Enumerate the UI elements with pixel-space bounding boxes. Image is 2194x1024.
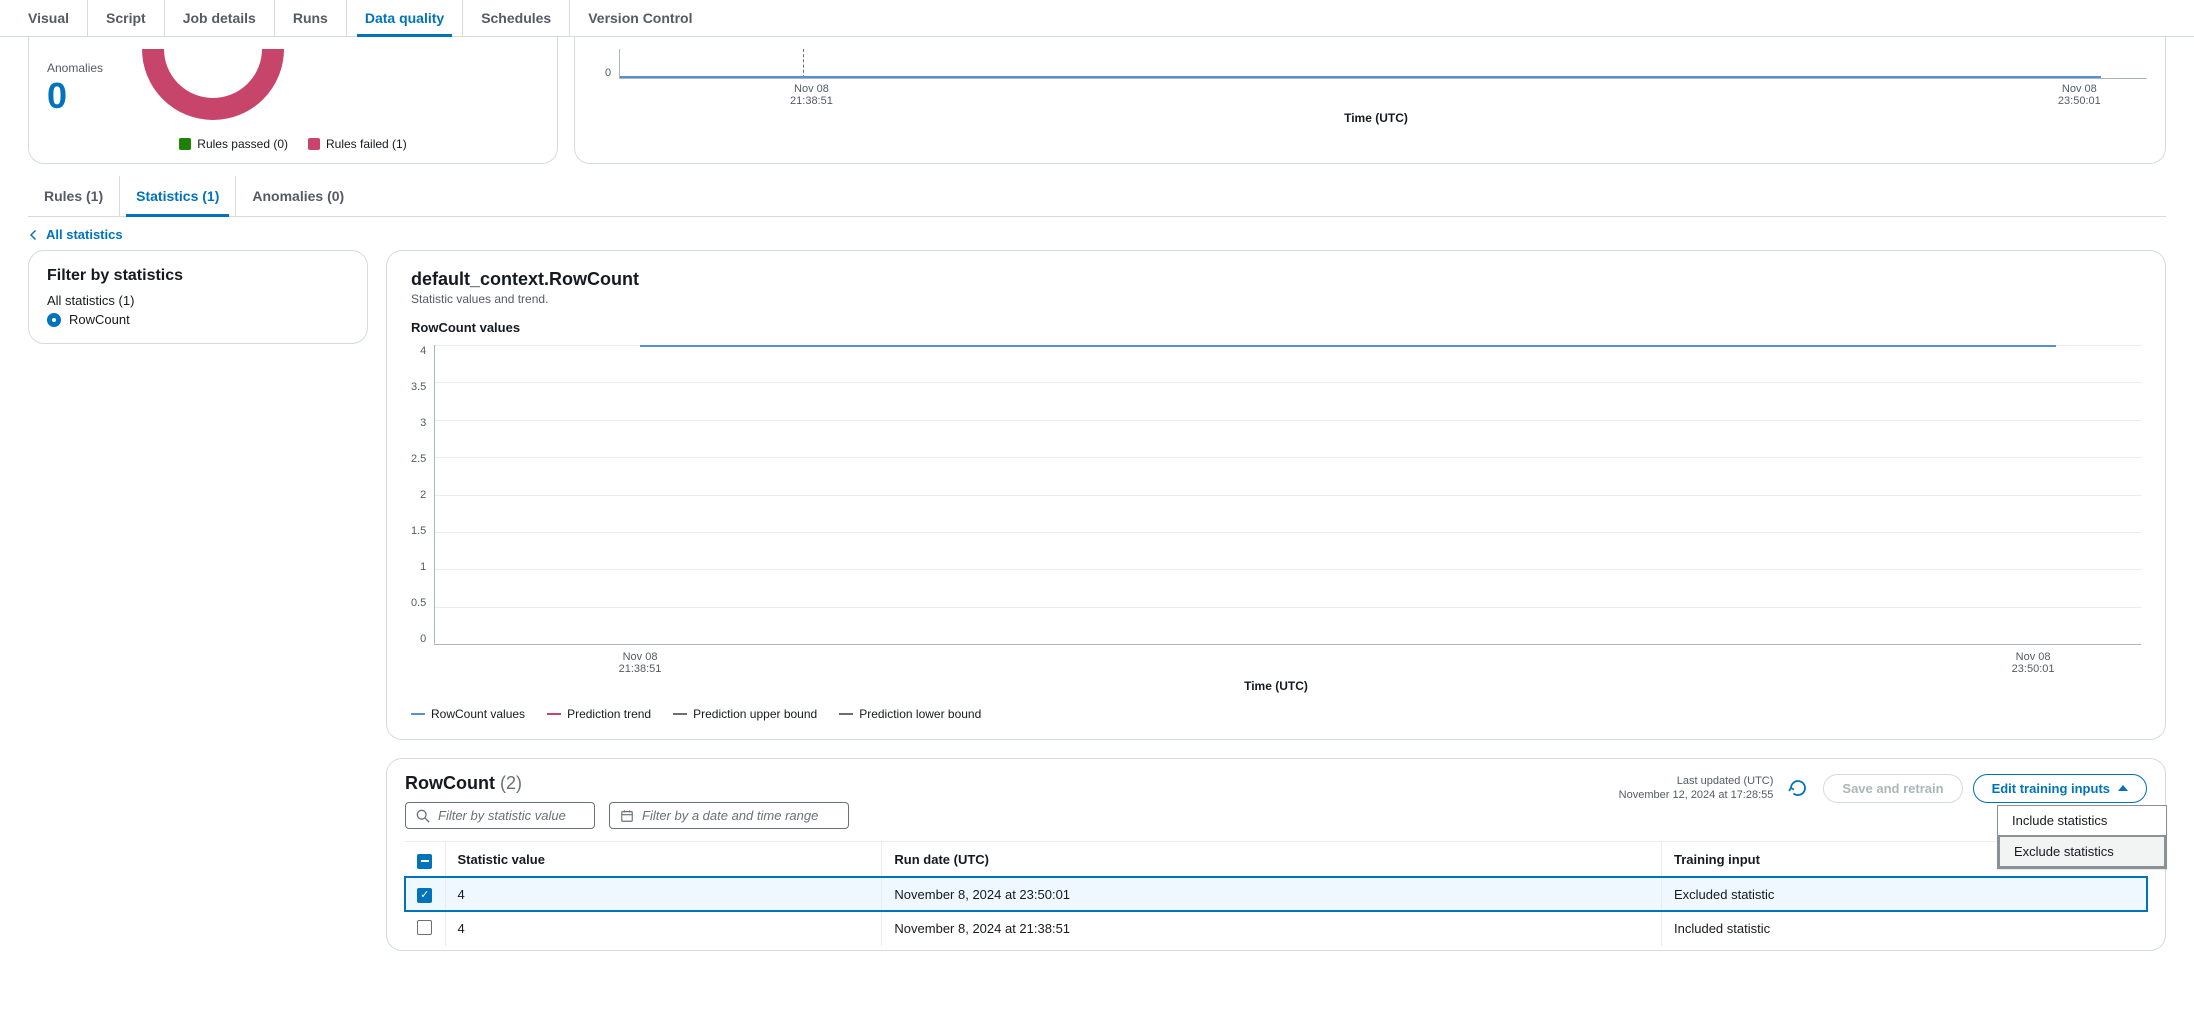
tab-runs[interactable]: Runs	[275, 0, 347, 36]
row-checkbox[interactable]	[417, 920, 432, 935]
tab-visual[interactable]: Visual	[10, 0, 88, 36]
refresh-icon	[1788, 778, 1808, 798]
col-run-date[interactable]: Run date (UTC)	[882, 842, 1662, 878]
cell-training-input: Excluded statistic	[1662, 877, 2148, 911]
filter-date-range-input[interactable]: Filter by a date and time range	[609, 802, 849, 829]
cell-run-date: November 8, 2024 at 21:38:51	[882, 911, 1662, 946]
chart-y-axis: 4 3.5 3 2.5 2 1.5 1 0.5 0	[411, 345, 434, 645]
sub-tab-anomalies[interactable]: Anomalies (0)	[236, 176, 360, 216]
cell-stat-value: 4	[445, 877, 882, 911]
tab-script[interactable]: Script	[88, 0, 165, 36]
rules-donut-chart	[133, 49, 293, 129]
legend-failed-label: Rules failed (1)	[326, 137, 407, 151]
chart-card: default_context.RowCount Statistic value…	[386, 250, 2166, 740]
filter-subtitle: All statistics (1)	[47, 293, 349, 308]
filter-option-rowcount[interactable]: RowCount	[47, 312, 349, 327]
last-updated: Last updated (UTC) November 12, 2024 at …	[1619, 774, 1774, 803]
tab-version-control[interactable]: Version Control	[570, 0, 710, 36]
chart-area: 4 3.5 3 2.5 2 1.5 1 0.5 0	[411, 345, 2141, 645]
table-row[interactable]: 4 November 8, 2024 at 23:50:01 Excluded …	[405, 877, 2147, 911]
cell-training-input: Included statistic	[1662, 911, 2148, 946]
radio-icon	[47, 313, 61, 327]
mini-trend-card: 0 Nov 08 21:38:51 Nov 08 23:50:01 Time (…	[574, 37, 2166, 164]
row-checkbox[interactable]	[417, 888, 432, 903]
filter-statistic-value-input[interactable]: Filter by statistic value	[405, 802, 595, 829]
tab-schedules[interactable]: Schedules	[463, 0, 570, 36]
dropdown-include-statistics[interactable]: Include statistics	[1998, 806, 2166, 835]
caret-up-icon	[2118, 785, 2128, 791]
summary-row: Anomalies 0 Rules passed (0) Rules faile…	[0, 37, 2194, 176]
chart-x-ticks: Nov 08 21:38:51 Nov 08 23:50:01	[411, 651, 2141, 675]
chart-plot	[434, 345, 2141, 645]
search-icon	[416, 809, 430, 823]
chart-legend: RowCount values Prediction trend Predict…	[411, 707, 2141, 721]
square-icon	[179, 138, 191, 150]
legend-rowcount-values: RowCount values	[411, 707, 525, 721]
save-and-retrain-button: Save and retrain	[1823, 774, 1962, 803]
legend-rules-failed: Rules failed (1)	[308, 137, 407, 151]
legend-prediction-trend: Prediction trend	[547, 707, 651, 721]
top-nav-tabs: Visual Script Job details Runs Data qual…	[0, 0, 2194, 37]
cell-run-date: November 8, 2024 at 23:50:01	[882, 877, 1662, 911]
col-statistic-value[interactable]: Statistic value	[445, 842, 882, 878]
tab-data-quality[interactable]: Data quality	[347, 0, 463, 36]
mini-marker	[803, 49, 804, 78]
anomalies-value: 0	[47, 75, 103, 117]
chart-section-label: RowCount values	[411, 320, 2141, 335]
anomalies-label: Anomalies	[47, 61, 103, 75]
refresh-button[interactable]	[1783, 773, 1813, 803]
rowcount-values-line	[640, 345, 2056, 347]
edit-training-inputs-label: Edit training inputs	[1992, 781, 2110, 796]
sub-tabs: Rules (1) Statistics (1) Anomalies (0)	[28, 176, 2166, 217]
calendar-icon	[620, 809, 634, 823]
mini-line	[620, 76, 2101, 78]
dropdown-exclude-statistics[interactable]: Exclude statistics	[1998, 835, 2166, 868]
sub-tab-statistics[interactable]: Statistics (1)	[120, 176, 236, 216]
edit-training-inputs-button[interactable]: Edit training inputs	[1973, 774, 2147, 803]
table-title: RowCount (2)	[405, 773, 522, 793]
legend-prediction-upper: Prediction upper bound	[673, 707, 817, 721]
legend-passed-label: Rules passed (0)	[197, 137, 288, 151]
chart-x-label: Time (UTC)	[411, 679, 2141, 693]
select-all-checkbox[interactable]	[417, 854, 432, 869]
filter-date-placeholder: Filter by a date and time range	[642, 808, 818, 823]
cell-stat-value: 4	[445, 911, 882, 946]
filter-value-placeholder: Filter by statistic value	[438, 808, 566, 823]
legend-rules-passed: Rules passed (0)	[179, 137, 288, 151]
table-row[interactable]: 4 November 8, 2024 at 21:38:51 Included …	[405, 911, 2147, 946]
chevron-left-icon	[28, 229, 40, 241]
chart-title: default_context.RowCount	[411, 269, 2141, 290]
mini-x-label: Time (UTC)	[605, 111, 2147, 125]
chart-subtitle: Statistic values and trend.	[411, 292, 2141, 306]
filter-option-label: RowCount	[69, 312, 130, 327]
square-icon	[308, 138, 320, 150]
statistics-table: Statistic value Run date (UTC) Training …	[405, 841, 2147, 946]
tab-job-details[interactable]: Job details	[165, 0, 275, 36]
sub-tab-rules[interactable]: Rules (1)	[28, 176, 120, 216]
breadcrumb-back[interactable]: All statistics	[0, 217, 2194, 250]
filter-title: Filter by statistics	[47, 267, 349, 285]
mini-y-tick: 0	[605, 67, 619, 79]
filter-card: Filter by statistics All statistics (1) …	[28, 250, 368, 344]
anomalies-card: Anomalies 0 Rules passed (0) Rules faile…	[28, 37, 558, 164]
breadcrumb-label: All statistics	[46, 227, 123, 242]
legend-prediction-lower: Prediction lower bound	[839, 707, 981, 721]
table-card: RowCount (2) Filter by statistic value F…	[386, 758, 2166, 951]
table-header-row: Statistic value Run date (UTC) Training …	[405, 842, 2147, 878]
edit-training-inputs-dropdown: Include statistics Exclude statistics	[1997, 805, 2167, 869]
mini-x-tick-1: Nov 08 23:50:01	[2058, 83, 2101, 107]
mini-x-tick-0: Nov 08 21:38:51	[790, 83, 833, 107]
